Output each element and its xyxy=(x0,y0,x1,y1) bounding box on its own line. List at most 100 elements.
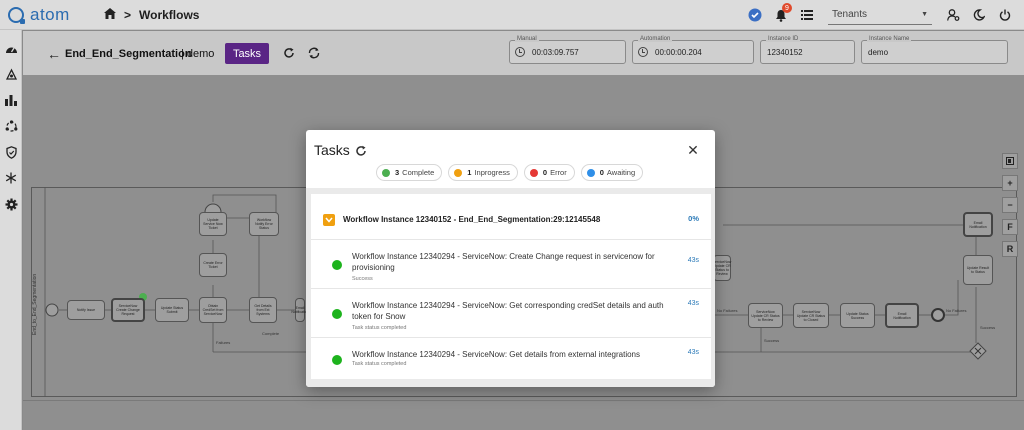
workflow-node[interactable]: Update Result to Status xyxy=(963,255,993,285)
chart-icon[interactable] xyxy=(3,92,19,108)
workflow-node[interactable]: Update Status Success xyxy=(840,303,875,328)
gear-icon[interactable] xyxy=(3,196,19,212)
automation-time-value: 00:00:00.204 xyxy=(655,48,702,57)
notification-badge: 9 xyxy=(782,3,792,13)
summary-count: 1 xyxy=(467,168,472,177)
workflow-node[interactable]: Notify Issue xyxy=(67,300,105,320)
bell-icon[interactable]: 9 xyxy=(770,3,792,26)
task-status: Task status completed xyxy=(352,325,407,331)
summary-complete[interactable]: 3 Complete xyxy=(376,164,443,181)
instance-name-value: demo xyxy=(868,48,889,57)
workflow-node[interactable]: ServiceNow Update CR Status to Review xyxy=(713,255,731,281)
workflow-header: ← End_End_Segmentation | demo Tasks Manu… xyxy=(23,31,1024,75)
snowflake-icon[interactable] xyxy=(3,170,19,186)
task-status: Task status completed xyxy=(352,361,407,367)
chevron-down-icon: ▼ xyxy=(921,11,928,18)
summary-count: 0 xyxy=(599,168,604,177)
minimap-icon[interactable] xyxy=(1002,153,1018,169)
logo-icon xyxy=(8,6,25,24)
automation-time-field: Automation 00:00:00.204 xyxy=(632,36,754,64)
chevron-down-icon[interactable] xyxy=(323,214,335,226)
summary-count: 0 xyxy=(542,168,548,177)
workflow-node[interactable]: ServiceNow Update CR Status to Closed xyxy=(793,303,829,328)
workflow-node[interactable]: Update Status Submit xyxy=(155,298,189,322)
edge-label: Failures xyxy=(216,340,231,345)
summary-label: Error xyxy=(550,168,567,177)
instance-name-field: Instance Name demo xyxy=(861,36,1008,64)
zoom-in-button[interactable]: + xyxy=(1002,175,1018,191)
instance-id-field: Instance ID 12340152 xyxy=(760,36,855,64)
task-list-container: Workflow Instance 12340152 - End_End_Seg… xyxy=(306,188,715,387)
edge-label: Success xyxy=(764,338,780,343)
zoom-out-button[interactable]: − xyxy=(1002,197,1018,213)
refresh-icon[interactable] xyxy=(355,144,367,156)
workflow-node[interactable]: Email Notification xyxy=(291,298,309,322)
workflow-node[interactable]: Obtain CredSet from ServiceNow xyxy=(199,297,227,323)
group-progress: 0% xyxy=(688,214,699,223)
power-icon[interactable] xyxy=(994,4,1016,26)
help-badge-icon[interactable] xyxy=(744,4,766,26)
refresh-icon[interactable] xyxy=(283,46,297,60)
workflow-instance-suffix: | demo xyxy=(181,48,215,60)
devices-icon[interactable] xyxy=(3,66,19,82)
task-item[interactable]: Workflow Instance 12340294 - ServiceNow:… xyxy=(311,241,711,289)
summary-inprogress[interactable]: 1 Inprogress xyxy=(448,164,518,181)
workflow-instance-group[interactable]: Workflow Instance 12340152 - End_End_Seg… xyxy=(311,194,711,240)
status-dot xyxy=(382,168,390,177)
topology-icon[interactable] xyxy=(3,118,19,134)
logo-text: atom xyxy=(30,4,70,24)
edge-label: No Failures xyxy=(946,308,967,313)
task-duration: 43s xyxy=(687,349,699,356)
workflow-node[interactable]: Get Details from Ext Systems xyxy=(249,297,277,323)
dashboard-icon[interactable] xyxy=(3,40,19,56)
app-logo[interactable]: atom xyxy=(8,5,86,25)
workflow-node[interactable]: Create Error Ticket xyxy=(199,253,227,277)
tasks-modal: Tasks ✕ 3 Complete 1 Inprogress 0 Error … xyxy=(306,130,715,387)
reset-button[interactable]: R xyxy=(1002,241,1018,257)
summary-error[interactable]: 0 Error xyxy=(523,164,575,181)
workflow-node[interactable]: Workflow Notify Error Status xyxy=(249,212,279,236)
status-dot xyxy=(529,168,538,177)
field-label: Manual xyxy=(515,36,539,42)
status-dot xyxy=(332,309,342,319)
top-bar: atom > Workflows 9 Tenants ▼ xyxy=(0,0,1024,30)
edge-label: Success xyxy=(980,325,996,330)
fit-button[interactable]: F xyxy=(1002,219,1018,235)
status-dot xyxy=(332,355,342,365)
clock-icon xyxy=(515,47,525,57)
list-icon[interactable] xyxy=(796,4,818,26)
instance-id-value: 12340152 xyxy=(767,48,803,57)
breadcrumb-current: Workflows xyxy=(139,7,200,22)
workflow-node[interactable]: Update Service Now Ticket xyxy=(199,212,227,236)
task-duration: 43s xyxy=(687,300,699,307)
tenants-select[interactable]: Tenants ▼ xyxy=(828,5,932,25)
user-settings-icon[interactable] xyxy=(942,4,964,26)
summary-label: Awaiting xyxy=(606,168,636,177)
task-list[interactable]: Workflow Instance 12340152 - End_End_Seg… xyxy=(311,194,711,379)
edge-label: No Failures xyxy=(717,308,738,313)
close-icon[interactable]: ✕ xyxy=(686,143,700,157)
task-name: Workflow Instance 12340294 - ServiceNow:… xyxy=(352,301,664,321)
workflow-node[interactable]: ServiceNow Create Change Request xyxy=(111,298,145,322)
breadcrumb-separator: > xyxy=(124,7,132,22)
workflow-node[interactable]: Email Notification xyxy=(963,212,993,237)
back-arrow-icon[interactable]: ← xyxy=(47,46,61,62)
summary-label: Inprogress xyxy=(474,168,510,177)
shield-icon[interactable] xyxy=(3,144,19,160)
task-item[interactable]: Workflow Instance 12340294 - ServiceNow:… xyxy=(311,290,711,338)
workflow-node[interactable]: Email Notification xyxy=(885,303,919,328)
status-dot xyxy=(454,168,463,177)
canvas-scrollbar[interactable] xyxy=(23,400,1024,430)
group-title: Workflow Instance 12340152 - End_End_Seg… xyxy=(343,215,601,224)
home-icon[interactable] xyxy=(104,7,116,22)
left-nav xyxy=(0,30,22,430)
dark-mode-icon[interactable] xyxy=(968,4,990,26)
tasks-button[interactable]: Tasks xyxy=(225,43,269,64)
summary-awaiting[interactable]: 0 Awaiting xyxy=(580,164,644,181)
task-item[interactable]: Workflow Instance 12340294 - ServiceNow:… xyxy=(311,339,711,379)
manual-time-value: 00:03:09.757 xyxy=(532,48,579,57)
workflow-node[interactable]: ServiceNow Update CR Status to Review xyxy=(748,303,783,328)
task-duration: 43s xyxy=(687,257,699,264)
tenants-placeholder: Tenants xyxy=(832,9,868,20)
sync-icon[interactable] xyxy=(308,46,322,60)
